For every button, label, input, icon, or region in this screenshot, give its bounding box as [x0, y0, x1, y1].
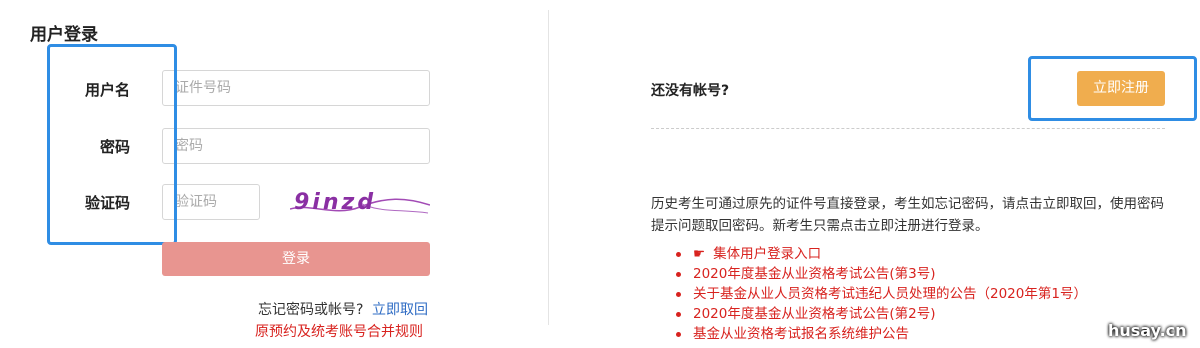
no-account-text: 还没有帐号?: [651, 83, 730, 99]
notice-item[interactable]: 关于基金从业人员资格考试违纪人员处理的公告（2020年第1号）: [676, 284, 1087, 304]
notice-item[interactable]: 基金从业资格考试报名系统维护公告: [676, 324, 1087, 344]
notice-item[interactable]: 2020年度基金从业资格考试公告(第3号): [676, 264, 1087, 284]
watermark: husay.cn: [1108, 321, 1187, 340]
retrieve-link[interactable]: 立即取回: [372, 299, 428, 319]
register-description: 历史考生可通过原先的证件号直接登录，考生如忘记密码，请点击立即取回，使用密码提示…: [651, 196, 1164, 234]
bullet-icon: [676, 252, 681, 257]
captcha-text: 9inzd: [294, 190, 376, 215]
register-highlight-box: [1028, 56, 1197, 121]
merge-rules-link[interactable]: 原预约及统考账号合并规则: [255, 321, 423, 341]
forgot-text: 忘记密码或帐号?: [258, 302, 364, 318]
notice-item[interactable]: ☛ 集体用户登录入口: [676, 244, 1087, 264]
login-button[interactable]: 登录: [162, 242, 430, 276]
label-highlight-box: [47, 44, 177, 245]
bullet-icon: [676, 272, 681, 277]
bullet-icon: [676, 292, 681, 297]
notice-item[interactable]: 2020年度基金从业资格考试公告(第2号): [676, 304, 1087, 324]
bullet-icon: [676, 332, 681, 337]
login-title: 用户登录: [30, 25, 98, 45]
notice-list: ☛ 集体用户登录入口 2020年度基金从业资格考试公告(第3号) 关于基金从业人员…: [676, 244, 1087, 344]
password-input[interactable]: 密码: [162, 128, 430, 164]
vertical-divider: [548, 10, 549, 325]
username-input[interactable]: 证件号码: [162, 70, 430, 106]
dashed-divider: [651, 128, 1165, 129]
captcha-image[interactable]: 9inzd: [290, 183, 430, 223]
bullet-icon: [676, 312, 681, 317]
pointing-hand-icon: ☛: [693, 246, 706, 262]
